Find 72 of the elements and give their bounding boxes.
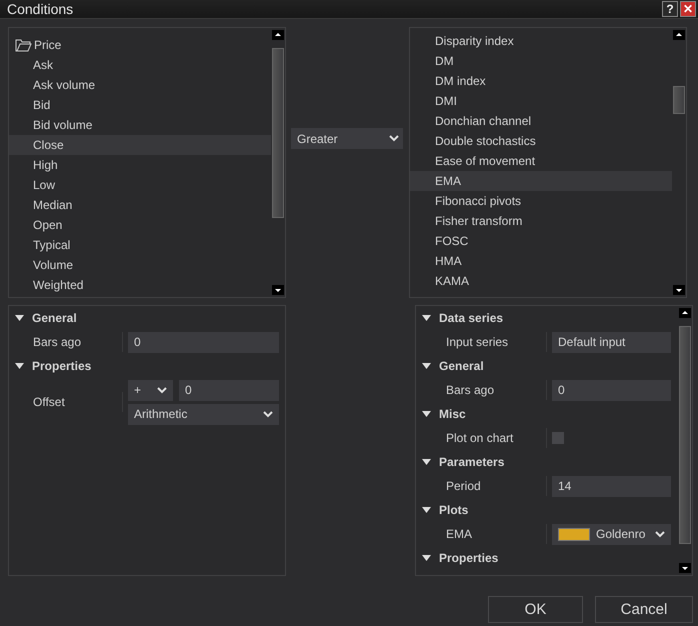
mode-dropdown[interactable]: Arithmetic [128,404,279,424]
list-item[interactable]: Close [9,135,271,155]
property-label: Bars ago [416,380,547,400]
folder-icon [15,38,32,52]
category-label: General [439,359,484,373]
sign-dropdown[interactable]: + [128,380,173,400]
expand-icon[interactable] [422,411,431,417]
color-dropdown[interactable]: Goldenro [552,524,671,544]
list-item[interactable]: Bid [9,95,271,115]
list-item[interactable]: FOSC [410,231,672,251]
expand-icon[interactable] [422,315,431,321]
window-title: Conditions [7,1,74,17]
expand-icon[interactable] [422,507,431,513]
property-label: EMA [416,524,547,544]
expand-icon[interactable] [422,555,431,561]
property-label: Input series [416,332,547,352]
list-item[interactable]: EMA [410,171,672,191]
chevron-icon [389,135,399,142]
list-item[interactable]: Open [9,215,271,235]
category-label: Misc [439,407,466,421]
list-item[interactable]: High [9,155,271,175]
list-item[interactable]: Double stochastics [410,131,672,151]
property-label: Offset [9,392,123,412]
list-item[interactable]: Fisher transform [410,211,672,231]
list-item[interactable]: Weighted [9,275,271,295]
list-item[interactable]: Median [9,195,271,215]
list-item[interactable]: Ease of movement [410,151,672,171]
list-item[interactable]: DM index [410,71,672,91]
expand-icon[interactable] [15,315,24,321]
list-item[interactable]: HMA [410,251,672,271]
category-label: Data series [439,311,504,325]
chevron-icon [157,386,167,394]
value-field[interactable]: 0 [552,380,671,400]
category-label: General [32,311,77,325]
property-label: Bars ago [9,332,123,352]
list-item[interactable]: Low [9,175,271,195]
scrollbar[interactable] [672,28,686,297]
list-item[interactable]: Volume [9,255,271,275]
chevron-icon [263,410,273,418]
folder-label[interactable]: Price [34,38,62,52]
expand-icon[interactable] [422,459,431,465]
list-item[interactable]: Donchian channel [410,111,672,131]
list-item[interactable]: Typical [9,235,271,255]
list-item[interactable]: Bid volume [9,115,271,135]
list-item[interactable]: DMI [410,91,672,111]
list-item[interactable]: Ask [9,55,271,75]
help-button[interactable]: ? [662,1,678,17]
list-item[interactable]: Disparity index [410,31,672,51]
property-label: Period [416,476,547,496]
category-label: Properties [439,551,498,565]
value-field[interactable]: 0 [128,332,279,352]
checkbox[interactable] [552,432,564,444]
list-item[interactable]: KAMA [410,271,672,291]
expand-icon[interactable] [422,363,431,369]
dialog-button[interactable]: OK [488,596,583,623]
category-label: Plots [439,503,468,517]
expand-icon[interactable] [15,363,24,369]
value-field[interactable]: 14 [552,476,671,496]
value-field[interactable]: Default input [552,332,671,352]
operator-dropdown[interactable]: Greater [291,128,403,149]
close-button[interactable]: ✕ [680,1,696,17]
list-item[interactable]: DM [410,51,672,71]
scrollbar[interactable] [678,306,692,575]
list-item[interactable]: Ask volume [9,75,271,95]
chevron-icon [655,530,665,538]
category-label: Parameters [439,455,504,469]
scrollbar[interactable] [271,28,285,297]
property-label: Plot on chart [416,428,547,448]
dialog-button[interactable]: Cancel [595,596,693,623]
list-item[interactable]: Fibonacci pivots [410,191,672,211]
offset-field[interactable]: 0 [179,380,279,400]
category-label: Properties [32,359,92,373]
